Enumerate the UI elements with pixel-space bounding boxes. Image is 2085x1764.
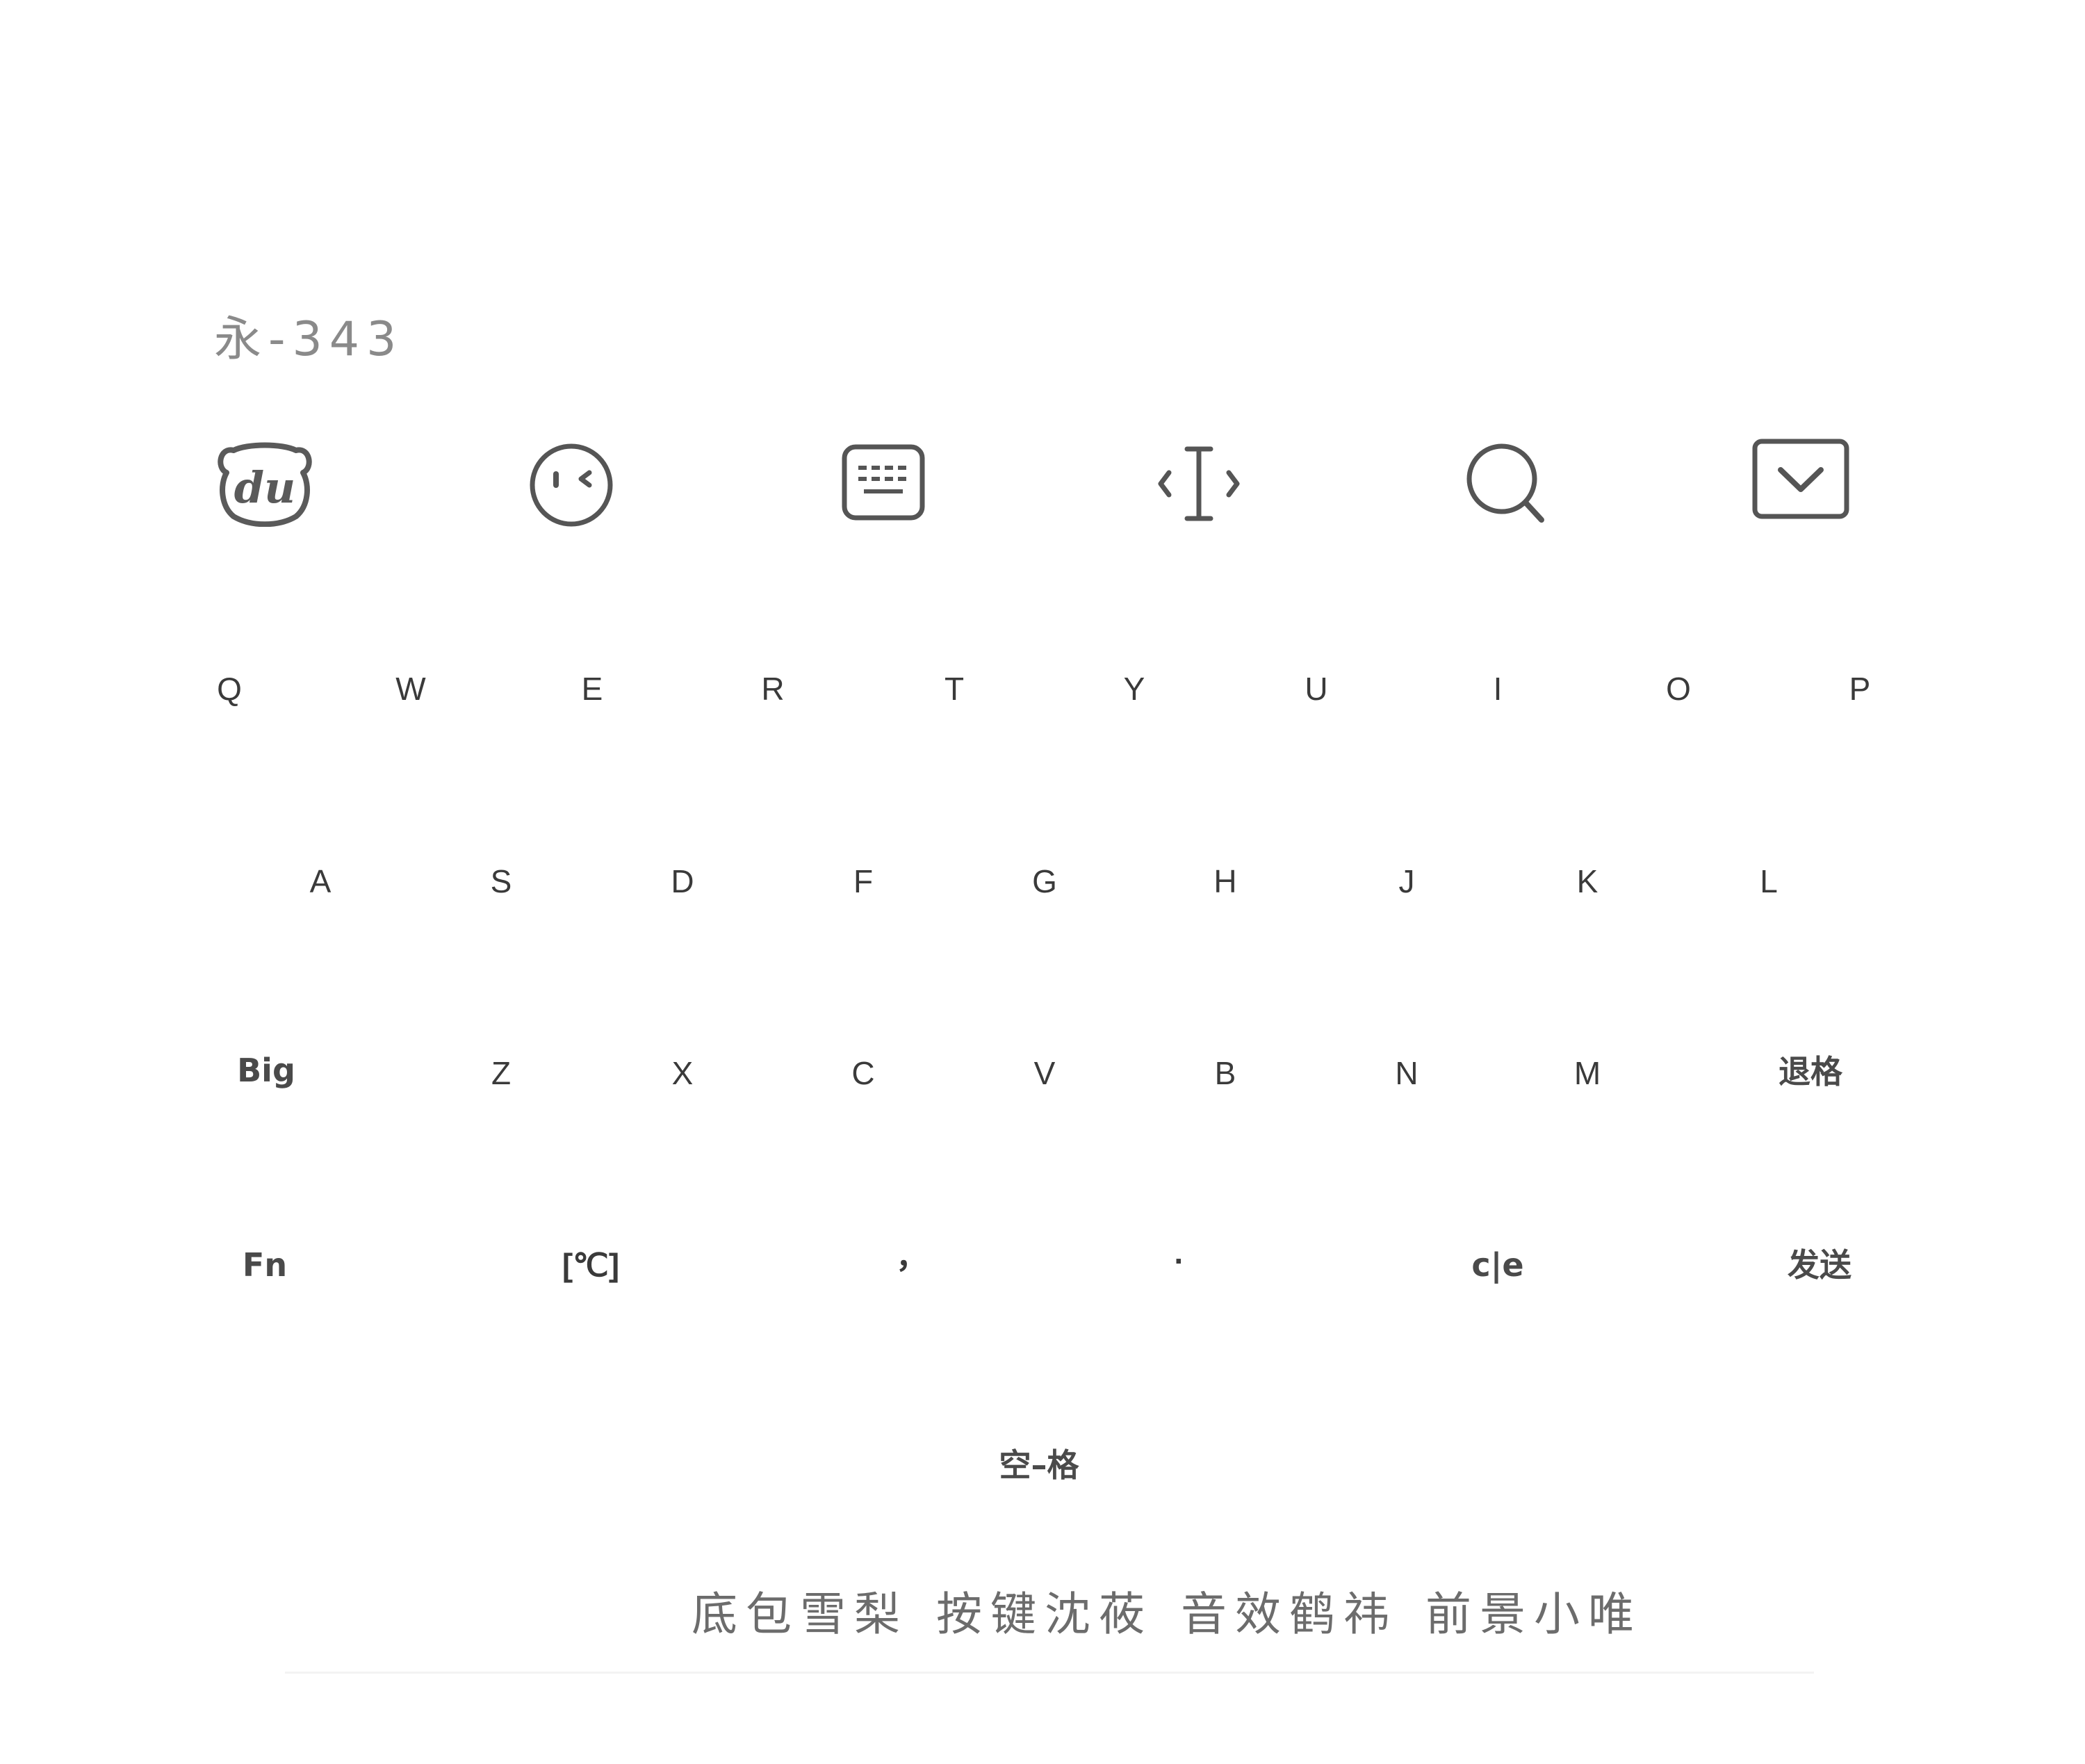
key-symbols[interactable]: [℃] xyxy=(546,1235,636,1295)
key-p[interactable]: P xyxy=(1833,659,1888,719)
key-v[interactable]: V xyxy=(1017,1043,1072,1103)
search-icon[interactable] xyxy=(1464,441,1550,527)
key-j[interactable]: J xyxy=(1382,851,1432,911)
key-w[interactable]: W xyxy=(379,659,442,719)
key-a[interactable]: A xyxy=(293,851,348,911)
collapse-keyboard-icon[interactable] xyxy=(1751,438,1850,520)
key-period[interactable]: · xyxy=(1157,1231,1201,1291)
credit-keys: 按键沈莜 xyxy=(936,1587,1153,1641)
key-k[interactable]: K xyxy=(1560,851,1615,911)
key-i[interactable]: I xyxy=(1477,659,1519,719)
svg-text:du: du xyxy=(234,462,295,513)
credit-base: 底包雪梨 xyxy=(692,1587,908,1641)
key-l[interactable]: L xyxy=(1743,851,1794,911)
key-comma[interactable]: ， xyxy=(879,1227,945,1287)
key-m[interactable]: M xyxy=(1557,1043,1617,1103)
key-z[interactable]: Z xyxy=(475,1043,528,1103)
key-x[interactable]: X xyxy=(655,1043,710,1103)
keyboard-icon[interactable] xyxy=(841,443,926,521)
key-q[interactable]: Q xyxy=(200,659,259,719)
key-e[interactable]: E xyxy=(565,659,620,719)
emoji-face-icon[interactable] xyxy=(528,442,614,528)
skin-name-label: 永-343 xyxy=(214,312,404,367)
key-backspace[interactable]: 退格 xyxy=(1762,1042,1859,1102)
key-r[interactable]: R xyxy=(744,659,801,719)
key-f[interactable]: F xyxy=(837,851,890,911)
key-u[interactable]: U xyxy=(1288,659,1344,719)
bottom-divider xyxy=(285,1672,1814,1674)
du-bear-logo-icon[interactable]: du xyxy=(213,436,317,527)
credit-foreground: 前景小唯 xyxy=(1425,1587,1642,1641)
credit-sound: 音效鹤祎 xyxy=(1181,1587,1398,1641)
key-g[interactable]: G xyxy=(1015,851,1074,911)
key-t[interactable]: T xyxy=(928,659,981,719)
key-send[interactable]: 发送 xyxy=(1771,1235,1868,1295)
key-o[interactable]: O xyxy=(1649,659,1708,719)
key-y[interactable]: Y xyxy=(1107,659,1162,719)
key-big-shift[interactable]: Big xyxy=(220,1040,312,1100)
key-h[interactable]: H xyxy=(1197,851,1253,911)
key-b[interactable]: B xyxy=(1198,1043,1253,1103)
key-s[interactable]: S xyxy=(474,851,529,911)
key-n[interactable]: N xyxy=(1378,1043,1434,1103)
key-space[interactable]: 空–格 xyxy=(983,1435,1096,1495)
key-d[interactable]: D xyxy=(654,851,710,911)
cursor-move-icon[interactable] xyxy=(1154,445,1244,523)
key-c[interactable]: C xyxy=(835,1043,891,1103)
key-fn[interactable]: Fn xyxy=(226,1235,304,1295)
key-language-switch[interactable]: c|e xyxy=(1455,1235,1540,1295)
skin-credits: 底包雪梨 按键沈莜 音效鹤祎 前景小唯 xyxy=(692,1592,1670,1638)
